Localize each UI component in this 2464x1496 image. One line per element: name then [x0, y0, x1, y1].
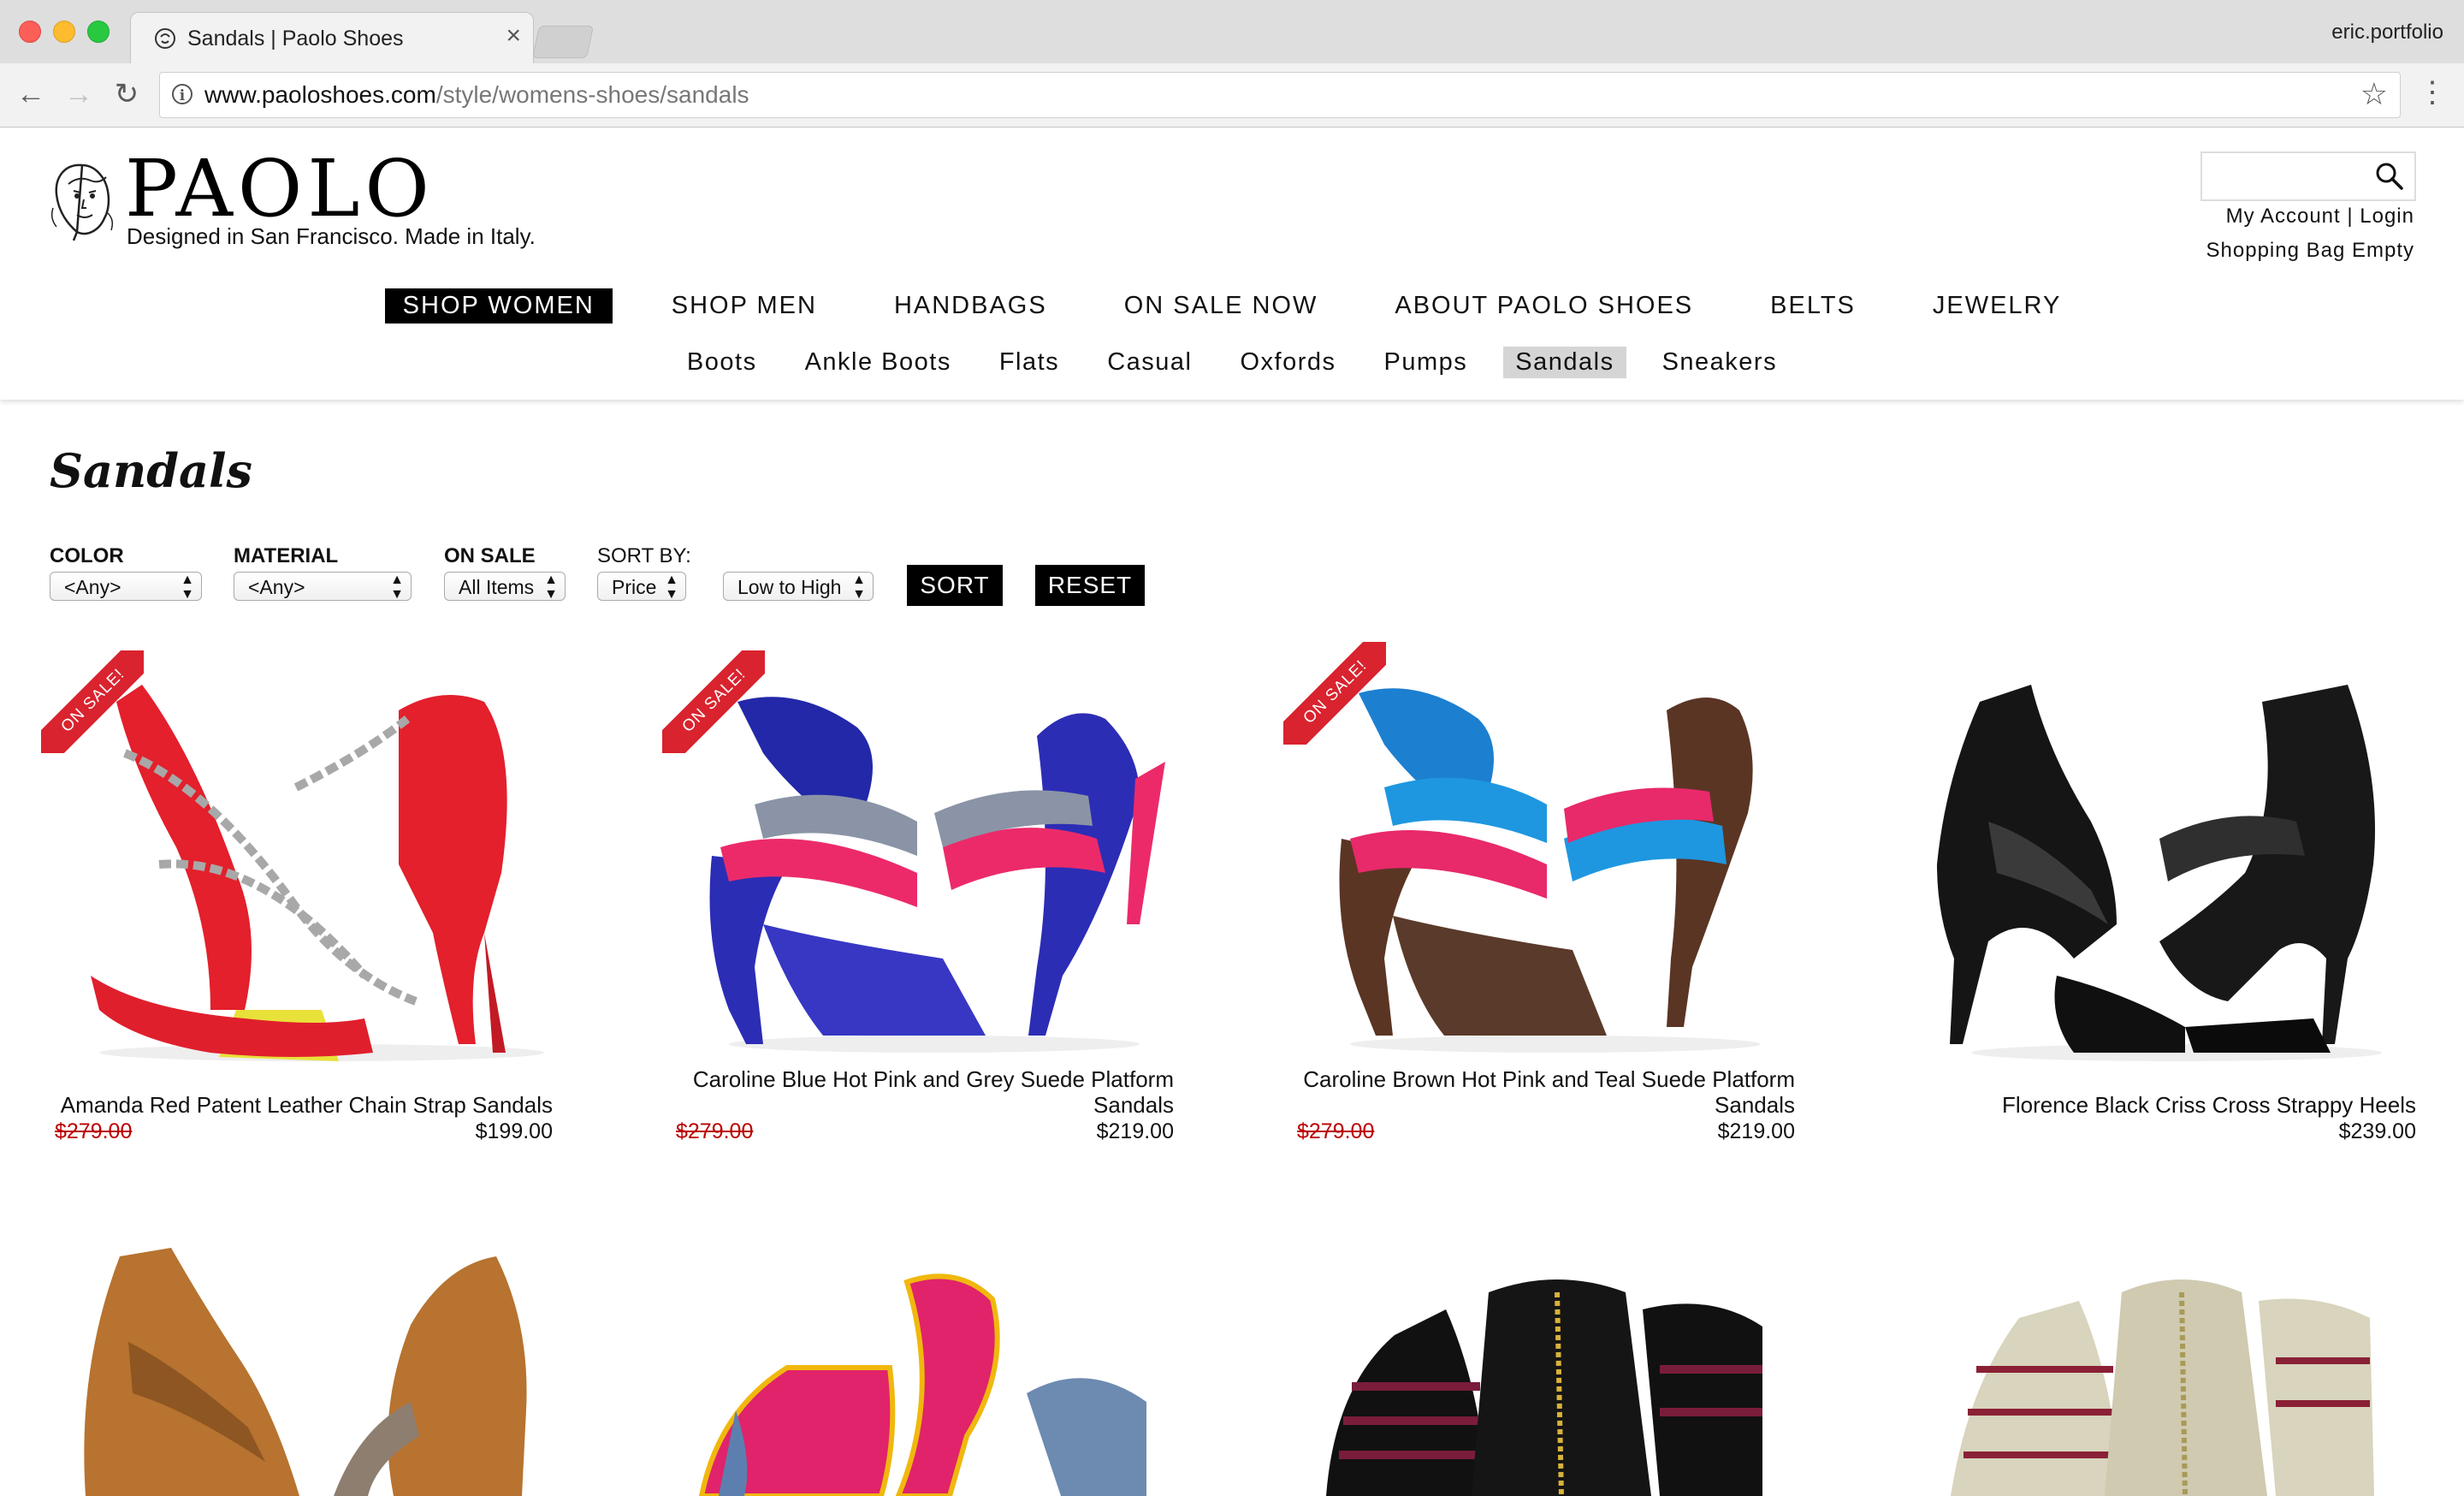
product-image[interactable] [684, 1265, 1164, 1496]
logo-tagline: Designed in San Francisco. Made in Italy… [127, 223, 536, 249]
color-select-value: <Any> [64, 576, 121, 598]
product-old-price: $279.00 [676, 1119, 754, 1143]
url-path: /style/womens-shoes/sandals [435, 81, 749, 108]
window-maximize-button[interactable] [87, 21, 110, 43]
product-price: $239.00 [2338, 1119, 2416, 1143]
forward-arrow-icon[interactable]: → [62, 77, 96, 111]
url-text[interactable]: www.paoloshoes.com/style/womens-shoes/sa… [204, 81, 749, 109]
sort-order-value: Low to High [737, 576, 842, 598]
window-close-button[interactable] [19, 21, 41, 43]
on-sale-ribbon-label: ON SALE! [1283, 642, 1386, 745]
select-arrows-icon: ▲ ▼ [544, 573, 558, 602]
search-input[interactable] [2200, 151, 2416, 201]
color-filter-label: COLOR [50, 544, 124, 567]
new-tab-button[interactable] [531, 26, 595, 58]
browser-menu-icon[interactable]: ⋮ [2418, 75, 2447, 110]
reload-icon[interactable]: ↻ [110, 77, 144, 111]
select-arrows-icon: ▲ ▼ [181, 573, 194, 602]
nav-on-sale-now[interactable]: ON SALE NOW [1106, 288, 1336, 324]
url-host: www.paoloshoes.com [204, 81, 436, 108]
tab-title: Sandals | Paolo Shoes [187, 27, 404, 50]
on-sale-ribbon: ON SALE! [662, 650, 765, 753]
on-sale-ribbon: ON SALE! [1283, 642, 1386, 745]
product-name[interactable]: Amanda Red Patent Leather Chain Strap Sa… [39, 1092, 553, 1118]
product-image[interactable] [1942, 1267, 2404, 1496]
sort-order-select[interactable]: Low to High ▲ ▼ [723, 572, 874, 602]
select-arrows-icon: ▲ ▼ [665, 573, 678, 602]
on-sale-filter-label: ON SALE [444, 544, 536, 567]
nav-jewelry[interactable]: JEWELRY [1915, 288, 2079, 324]
product-price: $199.00 [475, 1119, 553, 1143]
site-header: PAOLO Designed in San Francisco. Made in… [0, 128, 2464, 400]
product-image[interactable] [51, 1239, 548, 1496]
color-select[interactable]: <Any> ▲ ▼ [50, 572, 202, 602]
bookmark-star-icon[interactable]: ☆ [2360, 76, 2388, 112]
product-card[interactable]: ON SALE! Caroline Brown Hot Pink and Tea… [1282, 642, 1795, 1147]
material-select[interactable]: <Any> ▲ ▼ [234, 572, 412, 602]
subnav-ankle-boots[interactable]: Ankle Boots [793, 347, 963, 378]
browser-tab[interactable]: Sandals | Paolo Shoes × [130, 12, 534, 64]
subnav-pumps[interactable]: Pumps [1372, 347, 1480, 378]
on-sale-select-value: All Items [459, 576, 535, 598]
product-name[interactable]: Florence Black Criss Cross Strappy Heels [1903, 1092, 2416, 1118]
back-arrow-icon[interactable]: ← [14, 77, 48, 111]
address-bar[interactable]: i www.paoloshoes.com/style/womens-shoes/… [159, 72, 2401, 118]
sort-field-value: Price [612, 576, 657, 598]
product-name[interactable]: Caroline Brown Hot Pink and Teal Suede P… [1282, 1066, 1795, 1092]
nav-handbags[interactable]: HANDBAGS [876, 288, 1065, 324]
product-card[interactable]: Florence Black Criss Cross Strappy Heels… [1903, 650, 2416, 1147]
select-arrows-icon: ▲ ▼ [852, 573, 866, 602]
product-old-price: $279.00 [55, 1119, 133, 1143]
product-price: $219.00 [1096, 1119, 1174, 1143]
sort-button[interactable]: SORT [907, 565, 1003, 606]
sort-field-select[interactable]: Price ▲ ▼ [597, 572, 686, 602]
on-sale-select[interactable]: All Items ▲ ▼ [444, 572, 566, 602]
nav-about-paolo-shoes[interactable]: ABOUT PAOLO SHOES [1377, 288, 1711, 324]
subnav-oxfords[interactable]: Oxfords [1228, 347, 1348, 378]
product-image[interactable] [1903, 650, 2416, 1070]
main-nav: SHOP WOMEN SHOP MEN HANDBAGS ON SALE NOW ABO… [0, 288, 2464, 324]
material-filter-label: MATERIAL [234, 544, 339, 567]
subnav-flats[interactable]: Flats [987, 347, 1071, 378]
select-arrows-icon: ▲ ▼ [390, 573, 404, 602]
reset-button[interactable]: RESET [1035, 565, 1145, 606]
nav-shop-men[interactable]: SHOP MEN [654, 288, 835, 324]
search-icon[interactable] [2373, 160, 2406, 193]
profile-name[interactable]: eric.portfolio [2331, 21, 2443, 45]
shopping-bag-status[interactable]: Shopping Bag Empty [2206, 239, 2414, 263]
subnav-casual[interactable]: Casual [1095, 347, 1204, 378]
product-name[interactable]: Caroline Blue Hot Pink and Grey Suede Pl… [660, 1066, 1174, 1092]
nav-shop-women[interactable]: SHOP WOMEN [384, 288, 613, 324]
paolo-favicon-icon [155, 28, 175, 49]
account-login-link[interactable]: My Account | Login [2226, 205, 2414, 229]
product-name-line2[interactable]: Sandals [1282, 1092, 1795, 1118]
product-name-line2[interactable]: Sandals [660, 1092, 1174, 1118]
browser-toolbar: ← → ↻ i www.paoloshoes.com/style/womens-… [0, 63, 2464, 128]
paolo-face-logo-icon[interactable] [48, 158, 118, 244]
on-sale-ribbon: ON SALE! [41, 650, 144, 753]
logo-wordmark[interactable]: PAOLO [125, 146, 435, 232]
product-image[interactable] [1318, 1258, 1797, 1496]
subnav-sandals[interactable]: Sandals [1503, 347, 1626, 378]
product-price: $219.00 [1717, 1119, 1795, 1143]
info-icon[interactable]: i [172, 84, 192, 104]
sort-by-label: SORT BY: [597, 544, 691, 567]
nav-belts[interactable]: BELTS [1752, 288, 1874, 324]
sub-nav: Boots Ankle Boots Flats Casual Oxfords Pumps S… [0, 347, 2464, 378]
on-sale-ribbon-label: ON SALE! [662, 650, 765, 753]
product-card[interactable]: ON SALE! Caroline Blue Hot Pink and Grey… [660, 650, 1174, 1147]
subnav-sneakers[interactable]: Sneakers [1650, 347, 1790, 378]
window-minimize-button[interactable] [53, 21, 75, 43]
on-sale-ribbon-label: ON SALE! [41, 650, 144, 753]
tab-close-icon[interactable]: × [506, 21, 521, 50]
product-card[interactable]: ON SALE! Amanda Red Patent Leather Chain… [39, 650, 553, 1147]
browser-titlebar: Sandals | Paolo Shoes × eric.portfolio [0, 0, 2464, 64]
product-old-price: $279.00 [1297, 1119, 1375, 1143]
material-select-value: <Any> [248, 576, 305, 598]
subnav-boots[interactable]: Boots [675, 347, 769, 378]
page-title: Sandals [50, 443, 252, 498]
